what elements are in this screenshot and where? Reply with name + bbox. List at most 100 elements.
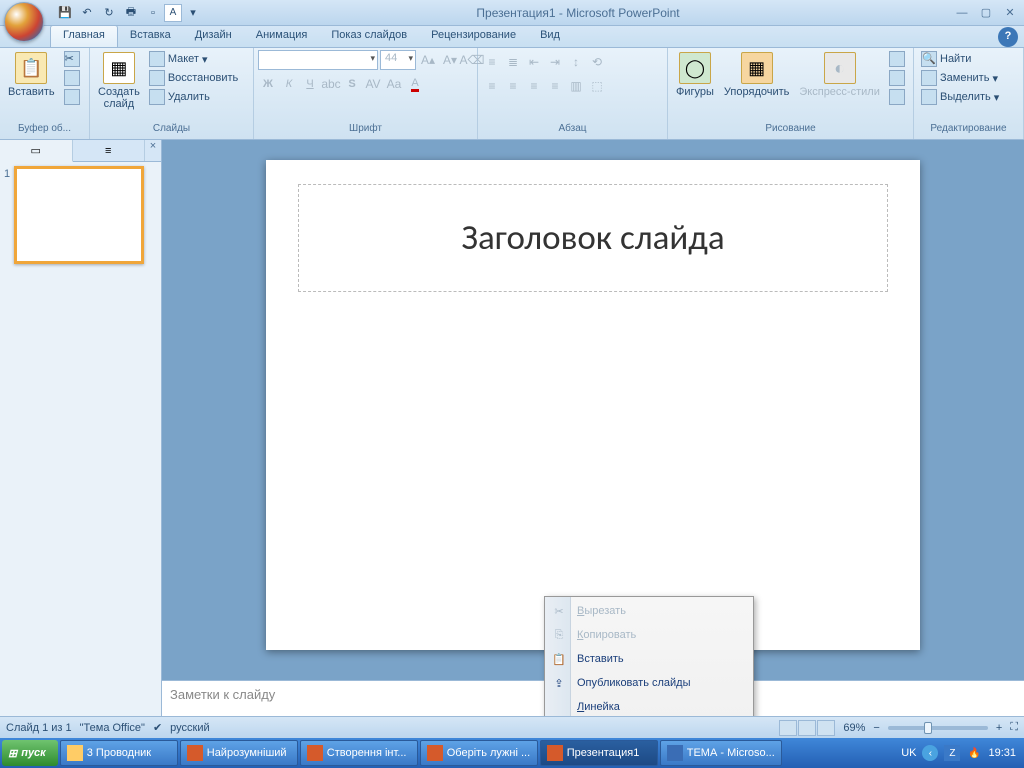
select-button[interactable]: Выделить ▾ (918, 88, 1002, 106)
zoom-out-icon[interactable]: − (873, 722, 879, 734)
ctx-publish[interactable]: ⇪Опубликовать слайды (547, 671, 751, 695)
normal-view-icon[interactable] (779, 720, 797, 736)
slides-tab[interactable]: ▭ (0, 140, 73, 162)
underline-icon[interactable]: Ч (300, 74, 320, 94)
shrink-font-icon[interactable]: A▾ (440, 50, 460, 70)
shadow-icon[interactable]: S (342, 74, 362, 94)
columns-icon[interactable]: ▥ (566, 76, 586, 96)
print-icon[interactable]: 🖶 (120, 2, 142, 24)
copy-button[interactable] (61, 69, 83, 87)
replace-icon (921, 70, 937, 86)
new-icon[interactable]: ▫ (142, 2, 164, 24)
new-slide-button[interactable]: ▦ Создать слайд (94, 50, 144, 112)
text-direction-icon[interactable]: ⟲ (587, 52, 607, 72)
layout-button[interactable]: Макет ▾ (146, 50, 241, 68)
tray-icon-3[interactable]: 🔥 (966, 745, 982, 761)
copy-icon: ⎘ (551, 627, 567, 643)
ctx-ruler[interactable]: Линейка (547, 695, 751, 716)
start-button[interactable]: ⊞пуск (2, 740, 58, 766)
reset-button[interactable]: Восстановить (146, 69, 241, 87)
paste-icon: 📋 (551, 651, 567, 667)
align-left-icon[interactable]: ≡ (482, 76, 502, 96)
fit-window-icon[interactable]: ⛶ (1010, 721, 1018, 734)
shape-outline-button[interactable] (886, 69, 908, 87)
qat-a-icon[interactable]: A (164, 4, 182, 22)
line-spacing-icon[interactable]: ↕ (566, 52, 586, 72)
tab-insert[interactable]: Вставка (118, 26, 183, 47)
spellcheck-icon[interactable]: ✔ (153, 721, 162, 734)
slide[interactable]: Заголовок слайда (266, 160, 920, 650)
italic-icon[interactable]: К (279, 74, 299, 94)
tab-view[interactable]: Вид (528, 26, 572, 47)
font-name-combo[interactable] (258, 50, 378, 70)
title-placeholder[interactable]: Заголовок слайда (298, 184, 888, 292)
shapes-button[interactable]: ◯Фигуры (672, 50, 718, 100)
undo-icon[interactable]: ↶ (76, 2, 98, 24)
font-size-combo[interactable]: 44 (380, 50, 416, 70)
delete-button[interactable]: Удалить (146, 88, 241, 106)
task-pp1[interactable]: Найрозумніший (180, 740, 298, 766)
tray-icon-2[interactable]: Z (944, 745, 960, 761)
zoom-in-icon[interactable]: + (996, 722, 1002, 734)
align-center-icon[interactable]: ≡ (503, 76, 523, 96)
replace-button[interactable]: Заменить ▾ (918, 69, 1002, 87)
save-icon[interactable]: 💾 (54, 2, 76, 24)
task-pp4[interactable]: Презентация1 (540, 740, 658, 766)
sorter-view-icon[interactable] (798, 720, 816, 736)
numbering-icon[interactable]: ≣ (503, 52, 523, 72)
arrange-button[interactable]: ▦Упорядочить (720, 50, 793, 100)
group-font-label: Шрифт (258, 123, 473, 139)
task-pp3[interactable]: Оберіть лужні ... (420, 740, 538, 766)
paste-button[interactable]: 📋 Вставить (4, 50, 59, 100)
outline-tab[interactable]: ≡ (73, 140, 146, 161)
office-button[interactable] (4, 2, 44, 42)
clock[interactable]: 19:31 (988, 747, 1016, 759)
tab-home[interactable]: Главная (50, 25, 118, 47)
minimize-icon[interactable]: — (952, 5, 972, 21)
tab-animation[interactable]: Анимация (244, 26, 320, 47)
slide-thumbnail-1[interactable]: 1 (4, 166, 157, 264)
zoom-level[interactable]: 69% (843, 722, 865, 734)
case-icon[interactable]: Aa (384, 74, 404, 94)
group-drawing-label: Рисование (672, 123, 909, 139)
format-painter-button[interactable] (61, 88, 83, 106)
strike-icon[interactable]: abc (321, 74, 341, 94)
tab-design[interactable]: Дизайн (183, 26, 244, 47)
cut-button[interactable]: ✂ (61, 50, 83, 68)
convert-smartart-icon[interactable]: ⬚ (587, 76, 607, 96)
justify-icon[interactable]: ≡ (545, 76, 565, 96)
bullets-icon[interactable]: ≡ (482, 52, 502, 72)
quick-styles-button[interactable]: ◐Экспресс-стили (795, 50, 883, 100)
font-color-icon[interactable]: A (405, 74, 425, 94)
scissors-icon: ✂ (551, 603, 567, 619)
zoom-slider[interactable] (888, 726, 988, 730)
close-icon[interactable]: ✕ (1000, 5, 1020, 21)
bold-icon[interactable]: Ж (258, 74, 278, 94)
status-lang[interactable]: русский (170, 722, 209, 734)
align-right-icon[interactable]: ≡ (524, 76, 544, 96)
view-buttons (779, 720, 835, 736)
restore-icon[interactable]: ▢ (976, 5, 996, 21)
indent-inc-icon[interactable]: ⇥ (545, 52, 565, 72)
shape-fill-button[interactable] (886, 50, 908, 68)
help-icon[interactable]: ? (998, 27, 1018, 47)
redo-icon[interactable]: ↻ (98, 2, 120, 24)
outline-icon (889, 70, 905, 86)
tab-slideshow[interactable]: Показ слайдов (319, 26, 419, 47)
tab-review[interactable]: Рецензирование (419, 26, 528, 47)
tray-icon-1[interactable]: ‹ (922, 745, 938, 761)
spacing-icon[interactable]: AV (363, 74, 383, 94)
task-pp2[interactable]: Створення інт... (300, 740, 418, 766)
indent-dec-icon[interactable]: ⇤ (524, 52, 544, 72)
qat-dropdown-icon[interactable]: ▾ (182, 2, 204, 24)
shape-effects-button[interactable] (886, 88, 908, 106)
slideshow-view-icon[interactable] (817, 720, 835, 736)
grow-font-icon[interactable]: A▴ (418, 50, 438, 70)
pane-close-icon[interactable]: × (145, 140, 161, 161)
word-icon (667, 745, 683, 761)
task-word[interactable]: ТЕМА - Microso... (660, 740, 782, 766)
find-button[interactable]: 🔍Найти (918, 50, 1002, 68)
task-explorer[interactable]: 3 Проводник (60, 740, 178, 766)
lang-indicator[interactable]: UK (901, 747, 916, 759)
ctx-paste[interactable]: 📋Вставить (547, 647, 751, 671)
